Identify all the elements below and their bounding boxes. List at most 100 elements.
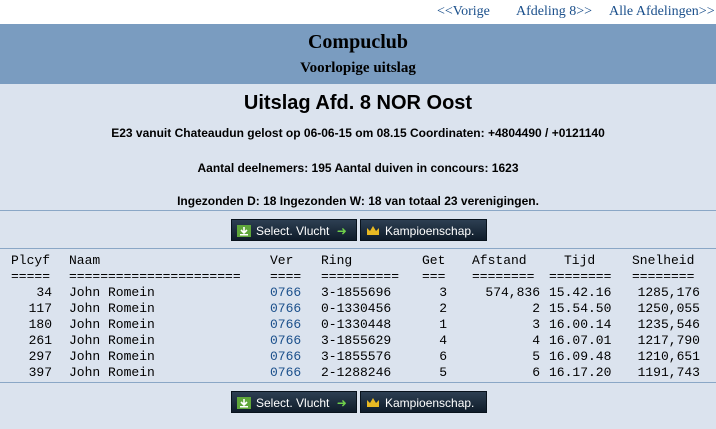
cell-ring: 2-1288246 <box>321 365 392 380</box>
cell-ver[interactable]: 0766 <box>270 285 301 301</box>
cell-afstand: 6 <box>532 365 540 380</box>
header-banner: Compuclub Voorlopige uitslag <box>0 24 716 84</box>
all-sections-link[interactable]: Alle Afdelingen>> <box>609 4 715 20</box>
cell-naam: John Romein <box>69 317 155 332</box>
cell-snelheid: 1250,055 <box>637 301 700 316</box>
cell-naam: John Romein <box>69 365 155 380</box>
cell-plcyf: 297 <box>28 349 52 364</box>
cell-tijd: 16.09.48 <box>549 349 612 364</box>
divider <box>0 248 716 249</box>
cell-plcyf: 397 <box>28 365 52 380</box>
cell-afstand: 5 <box>532 349 540 364</box>
select-flight-button-bottom[interactable]: Select. Vlucht ➜ <box>231 391 357 413</box>
championship-button[interactable]: Kampioenschap. <box>360 219 487 241</box>
results-table: Plcyf Naam Ver Ring Get Afstand Tijd Sne… <box>0 253 716 381</box>
cell-tijd: 15.54.50 <box>549 301 612 316</box>
cell-ring: 0-1330448 <box>321 317 392 332</box>
table-header-underline: ===== ====================== ==== ======… <box>0 269 716 285</box>
cell-afstand: 4 <box>532 333 540 348</box>
cell-ver[interactable]: 0766 <box>270 365 301 381</box>
cell-naam: John Romein <box>69 349 155 364</box>
championship-label: Kampioenschap. <box>385 396 475 410</box>
underline-afstand: ======== <box>472 269 535 284</box>
top-navigation: <<Vorige Afdeling 8>> Alle Afdelingen>> <box>0 0 716 24</box>
underline-ver: ==== <box>270 269 302 284</box>
cell-plcyf: 180 <box>28 317 52 332</box>
cell-ver[interactable]: 0766 <box>270 317 301 333</box>
championship-button-bottom[interactable]: Kampioenschap. <box>360 391 487 413</box>
divider <box>0 210 716 211</box>
cell-naam: John Romein <box>69 285 155 300</box>
cell-naam: John Romein <box>69 301 155 316</box>
select-flight-button[interactable]: Select. Vlucht ➜ <box>231 219 357 241</box>
club-name: Compuclub <box>307 31 409 53</box>
column-header-plcyf: Plcyf <box>11 253 51 268</box>
cell-get: 4 <box>439 333 447 348</box>
underline-naam: ====================== <box>69 269 241 284</box>
table-row: 397 John Romein 0766 2-1288246 5 6 16.17.20 119… <box>0 365 716 381</box>
cell-tijd: 16.17.20 <box>549 365 612 380</box>
cell-ver[interactable]: 0766 <box>270 301 301 317</box>
participants-info: Aantal deelnemers: 195 Aantal duiven in … <box>197 161 519 175</box>
championship-label: Kampioenschap. <box>385 224 475 238</box>
crown-icon <box>365 223 381 237</box>
cell-ring: 3-1855696 <box>321 285 392 300</box>
race-info: Uitslag Afd. 8 NOR Oost E23 vanuit Chate… <box>0 84 716 208</box>
cell-snelheid: 1191,743 <box>637 365 700 380</box>
column-header-afstand: Afstand <box>472 253 527 268</box>
cell-plcyf: 117 <box>28 301 52 316</box>
download-icon <box>236 223 252 237</box>
cell-afstand: 2 <box>532 301 540 316</box>
cell-ver[interactable]: 0766 <box>270 349 301 365</box>
cell-snelheid: 1235,546 <box>637 317 700 332</box>
section-link[interactable]: Afdeling 8>> <box>516 4 592 20</box>
previous-link[interactable]: <<Vorige <box>437 4 490 20</box>
entries-info: Ingezonden D: 18 Ingezonden W: 18 van to… <box>177 194 539 208</box>
cell-snelheid: 1217,790 <box>637 333 700 348</box>
cell-afstand: 574,836 <box>485 285 540 300</box>
table-header: Plcyf Naam Ver Ring Get Afstand Tijd Sne… <box>0 253 716 269</box>
table-row: 261 John Romein 0766 3-1855629 4 4 16.07.01 121… <box>0 333 716 349</box>
cell-get: 5 <box>439 365 447 380</box>
cell-afstand: 3 <box>532 317 540 332</box>
column-header-naam: Naam <box>69 253 101 268</box>
download-icon <box>236 395 252 409</box>
select-flight-label: Select. Vlucht <box>256 224 330 238</box>
underline-ring: ========== <box>321 269 400 284</box>
cell-tijd: 16.00.14 <box>549 317 612 332</box>
cell-naam: John Romein <box>69 333 155 348</box>
cell-plcyf: 34 <box>36 285 52 300</box>
page-title: Uitslag Afd. 8 NOR Oost <box>243 92 473 114</box>
banner-subtitle: Voorlopige uitslag <box>300 60 416 76</box>
column-header-ver: Ver <box>270 253 294 268</box>
divider <box>0 382 716 383</box>
release-info: E23 vanuit Chateaudun gelost op 06-06-15… <box>111 126 605 140</box>
cell-ver[interactable]: 0766 <box>270 333 301 349</box>
underline-get: === <box>422 269 446 284</box>
cell-ring: 0-1330456 <box>321 301 392 316</box>
cell-get: 6 <box>439 349 447 364</box>
cell-tijd: 16.07.01 <box>549 333 612 348</box>
table-row: 117 John Romein 0766 0-1330456 2 2 15.54.50 125… <box>0 301 716 317</box>
select-flight-label: Select. Vlucht <box>256 396 330 410</box>
arrow-right-icon: ➜ <box>336 224 347 238</box>
underline-snelheid: ======== <box>632 269 695 284</box>
table-row: 180 John Romein 0766 0-1330448 1 3 16.00.14 123… <box>0 317 716 333</box>
cell-snelheid: 1210,651 <box>637 349 700 364</box>
cell-get: 3 <box>439 285 447 300</box>
cell-get: 1 <box>439 317 447 332</box>
column-header-tijd: Tijd <box>564 253 596 268</box>
arrow-right-icon: ➜ <box>336 396 347 410</box>
cell-snelheid: 1285,176 <box>637 285 700 300</box>
column-header-snelheid: Snelheid <box>632 253 695 268</box>
cell-get: 2 <box>439 301 447 316</box>
cell-ring: 3-1855629 <box>321 333 392 348</box>
column-header-get: Get <box>422 253 446 268</box>
table-row: 297 John Romein 0766 3-1855576 6 5 16.09.48 121… <box>0 349 716 365</box>
cell-ring: 3-1855576 <box>321 349 392 364</box>
underline-tijd: ======== <box>549 269 612 284</box>
crown-icon <box>365 395 381 409</box>
underline-plcyf: ===== <box>11 269 51 284</box>
column-header-ring: Ring <box>321 253 353 268</box>
cell-tijd: 15.42.16 <box>549 285 612 300</box>
